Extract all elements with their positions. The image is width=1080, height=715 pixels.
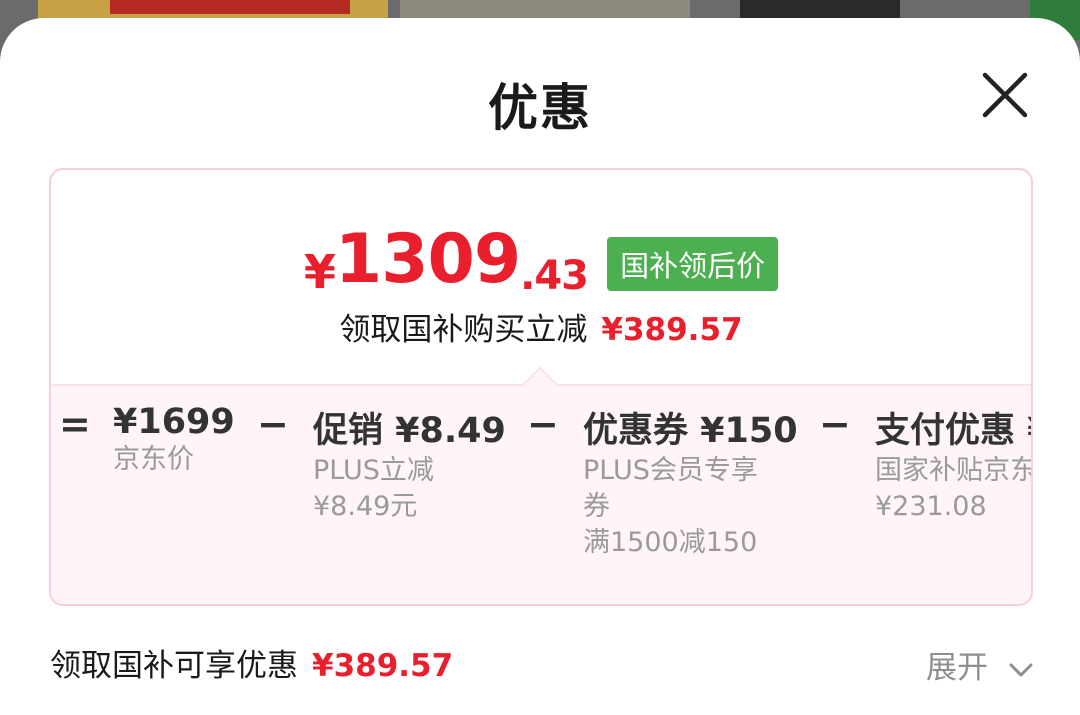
breakdown-pointer xyxy=(521,366,559,404)
discount-bottom-sheet: 优惠 ¥1309.43 国补领后价 领取国补购买立减 ¥389.57 = ¥169… xyxy=(0,18,1080,715)
breakdown-desc: PLUS立减 xyxy=(313,455,434,486)
breakdown-desc: PLUS会员专享 xyxy=(583,455,758,486)
breakdown-desc: 券 xyxy=(583,491,610,522)
subsidy-price-badge: 国补领后价 xyxy=(607,237,779,291)
subsidy-discount-row: 领取国补可享优惠 ¥389.57 xyxy=(50,640,453,685)
minus-sign: − xyxy=(527,402,559,446)
price-integer: 1309 xyxy=(334,220,521,299)
final-price-row: ¥1309.43 国补领后价 xyxy=(51,220,1031,299)
breakdown-desc: 国家补贴京东 xyxy=(875,455,1033,486)
price-breakdown: = ¥1699 京东价 − 促销 ¥8.49 PLUS立减 ¥8.49元 − 优… xyxy=(51,366,1033,604)
expand-button[interactable]: 展开 xyxy=(926,642,1034,687)
price-summary-card: ¥1309.43 国补领后价 领取国补购买立减 ¥389.57 = ¥1699 京… xyxy=(49,168,1033,606)
equals-sign: = xyxy=(59,402,91,446)
breakdown-desc: ¥8.49元 xyxy=(313,491,418,522)
price-currency: ¥ xyxy=(303,245,336,299)
breakdown-item-promotion: 促销 ¥8.49 PLUS立减 ¥8.49元 xyxy=(313,402,506,525)
chevron-down-icon xyxy=(1009,663,1033,676)
subsidy-discount-amount: ¥389.57 xyxy=(312,648,454,684)
close-button[interactable] xyxy=(978,68,1032,122)
background-banner-text xyxy=(110,0,350,14)
expand-label: 展开 xyxy=(926,650,988,686)
breakdown-item-jd-price: ¥1699 京东价 xyxy=(113,402,235,478)
breakdown-value: 支付优惠 ¥ xyxy=(875,411,1031,451)
saving-label: 领取国补购买立减 xyxy=(339,312,588,348)
subsidy-discount-label: 领取国补可享优惠 xyxy=(50,648,298,684)
price-decimal: .43 xyxy=(520,253,589,299)
saving-amount: ¥389.57 xyxy=(601,312,743,348)
saving-row: 领取国补购买立减 ¥389.57 xyxy=(51,304,1031,349)
breakdown-item-payment: 支付优惠 ¥ 国家补贴京东 ¥231.08 xyxy=(875,402,1033,525)
breakdown-value: 促销 ¥8.49 xyxy=(313,411,506,451)
sheet-title: 优惠 xyxy=(488,79,592,137)
minus-sign: − xyxy=(819,402,851,446)
close-icon xyxy=(982,72,1028,118)
breakdown-value: ¥1699 xyxy=(113,402,235,442)
breakdown-value: 优惠券 ¥150 xyxy=(583,411,798,451)
breakdown-desc: ¥231.08 xyxy=(875,491,987,522)
breakdown-item-coupon: 优惠券 ¥150 PLUS会员专享 券 满1500减150 xyxy=(583,402,798,561)
minus-sign: − xyxy=(257,402,289,446)
breakdown-desc: 京东价 xyxy=(113,444,194,475)
breakdown-desc: 满1500减150 xyxy=(583,527,758,558)
